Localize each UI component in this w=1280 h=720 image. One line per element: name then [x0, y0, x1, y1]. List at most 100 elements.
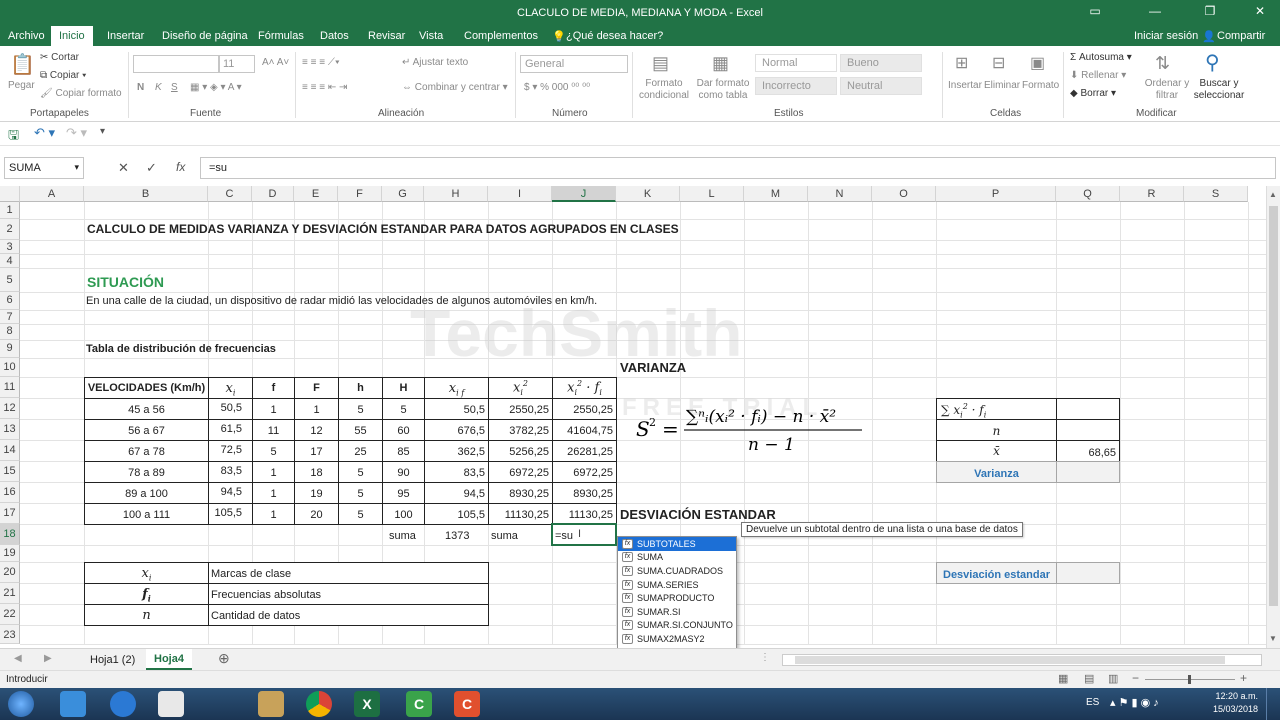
language-indicator[interactable]: ES	[1086, 697, 1099, 708]
font-name-select[interactable]	[133, 55, 219, 73]
table-cell[interactable]: 105,5	[208, 503, 253, 525]
table-cell[interactable]: 11	[252, 419, 295, 441]
table-cell[interactable]: 1	[252, 461, 295, 483]
format-painter-button[interactable]: 🖌 Copiar formato	[40, 88, 122, 99]
formula-input[interactable]: =su	[200, 157, 1276, 179]
column-header[interactable]: C	[208, 186, 252, 202]
column-header[interactable]: H	[424, 186, 488, 202]
table-cell[interactable]: 8930,25	[552, 482, 617, 504]
table-cell[interactable]: 19	[294, 482, 339, 504]
wrap-text-button[interactable]: ↵ Ajustar texto	[402, 57, 468, 68]
row-header[interactable]: 15	[0, 461, 20, 482]
show-desktop-button[interactable]	[1266, 688, 1280, 720]
next-sheet-icon[interactable]: ▶	[44, 653, 52, 664]
table-cell[interactable]: 95	[382, 482, 425, 504]
tab-archivo[interactable]: Archivo	[8, 30, 45, 42]
table-cell[interactable]: 90	[382, 461, 425, 483]
undo-icon[interactable]: ↶ ▾	[34, 125, 55, 141]
table-cell[interactable]: 25	[338, 440, 383, 462]
media-player-icon[interactable]	[158, 691, 184, 717]
zoom-thumb[interactable]	[1188, 675, 1191, 684]
share-button[interactable]: Compartir	[1217, 30, 1265, 42]
underline-button[interactable]: S	[171, 82, 178, 93]
table-cell[interactable]: 1	[252, 482, 295, 504]
internet-explorer-icon[interactable]	[110, 691, 136, 717]
column-header[interactable]: L	[680, 186, 744, 202]
style-good[interactable]: Bueno	[840, 54, 922, 72]
table-cell[interactable]: 85	[382, 440, 425, 462]
vertical-scrollbar[interactable]: ▲ ▼	[1266, 186, 1280, 648]
table-cell[interactable]: 2550,25	[488, 398, 553, 420]
row-header-selected[interactable]: 18	[0, 524, 20, 545]
normal-view-icon[interactable]: ▦	[1058, 672, 1068, 685]
table-cell[interactable]: 105,5	[424, 503, 489, 525]
autocomplete-item[interactable]: fx SUMAR.SI	[618, 605, 736, 619]
zoom-out-icon[interactable]: −	[1132, 671, 1139, 685]
camtasia-recorder-icon[interactable]: C	[454, 691, 480, 717]
table-cell[interactable]: 11130,25	[552, 503, 617, 525]
search-icon[interactable]: ⚲	[1205, 50, 1220, 75]
table-cell[interactable]: 41604,75	[552, 419, 617, 441]
table-cell[interactable]: 55	[338, 419, 383, 441]
column-header[interactable]: F	[338, 186, 382, 202]
column-header[interactable]: P	[936, 186, 1056, 202]
row-header[interactable]: 5	[0, 268, 20, 292]
table-cell[interactable]: 5	[338, 461, 383, 483]
close-button[interactable]: ✕	[1245, 4, 1275, 22]
merge-center-button[interactable]: ⇔ Combinar y centrar ▾	[402, 82, 508, 93]
active-cell[interactable]: =su	[551, 523, 617, 546]
tab-formulas[interactable]: Fórmulas	[258, 30, 304, 42]
table-cell[interactable]: 50,5	[208, 398, 253, 420]
row-header[interactable]: 1	[0, 202, 20, 219]
redo-icon[interactable]: ↷ ▾	[66, 125, 87, 141]
conditional-format-icon[interactable]: ▤	[652, 53, 669, 74]
column-header[interactable]: O	[872, 186, 936, 202]
row-header[interactable]: 13	[0, 419, 20, 440]
autocomplete-item[interactable]: fx SUMA	[618, 551, 736, 565]
autocomplete-item[interactable]: fx SUMAPRODUCTO	[618, 591, 736, 605]
table-cell[interactable]: 1	[294, 398, 339, 420]
column-header[interactable]: I	[488, 186, 552, 202]
sort-filter-button[interactable]: Ordenar y filtrar	[1142, 78, 1192, 102]
row-header[interactable]: 4	[0, 254, 20, 268]
table-cell[interactable]: 45 a 56	[84, 398, 209, 420]
tab-vista[interactable]: Vista	[419, 30, 443, 42]
row-header[interactable]: 9	[0, 340, 20, 358]
paste-icon[interactable]: 📋	[10, 52, 35, 77]
table-cell[interactable]: 56 a 67	[84, 419, 209, 441]
tab-datos[interactable]: Datos	[320, 30, 349, 42]
table-cell[interactable]: 50,5	[424, 398, 489, 420]
table-cell[interactable]: 5	[338, 482, 383, 504]
delete-cells-button[interactable]: Eliminar	[984, 80, 1020, 91]
table-cell[interactable]: 72,5	[208, 440, 253, 462]
table-cell[interactable]: 11130,25	[488, 503, 553, 525]
column-header[interactable]: A	[20, 186, 84, 202]
autocomplete-item[interactable]: fx SUMA.SERIES	[618, 578, 736, 592]
hscroll-thumb[interactable]	[795, 656, 1225, 664]
fx-icon[interactable]: fx	[176, 160, 185, 174]
page-layout-icon[interactable]: ▤	[1084, 672, 1094, 685]
camtasia-icon[interactable]: C	[406, 691, 432, 717]
column-header[interactable]: Q	[1056, 186, 1120, 202]
column-header[interactable]: B	[84, 186, 208, 202]
autosum-button[interactable]: Σ Autosuma ▾	[1070, 52, 1132, 63]
bold-button[interactable]: N	[137, 82, 144, 93]
tell-me-input[interactable]: ¿Qué desea hacer?	[566, 30, 663, 42]
table-cell[interactable]: 94,5	[208, 482, 253, 504]
table-cell[interactable]: 94,5	[424, 482, 489, 504]
fill-button[interactable]: ⬇ Rellenar ▾	[1070, 70, 1126, 81]
signin-link[interactable]: Iniciar sesión	[1134, 30, 1198, 42]
table-cell[interactable]: 83,5	[208, 461, 253, 483]
table-cell[interactable]: 78 a 89	[84, 461, 209, 483]
column-header[interactable]: R	[1120, 186, 1184, 202]
autocomplete-item[interactable]: fx SUMAX2MASY2	[618, 632, 736, 646]
insert-cells-button[interactable]: Insertar	[948, 80, 982, 91]
currency-icon[interactable]: $ ▾ % 000 ⁰⁰ ⁰⁰	[524, 82, 590, 93]
chrome-icon[interactable]	[306, 691, 332, 717]
row-header[interactable]: 7	[0, 310, 20, 324]
number-format-select[interactable]: General	[520, 55, 628, 73]
row-header[interactable]: 19	[0, 545, 20, 562]
horizontal-scrollbar[interactable]	[782, 654, 1262, 666]
column-header[interactable]: D	[252, 186, 294, 202]
tab-insertar[interactable]: Insertar	[107, 30, 144, 42]
